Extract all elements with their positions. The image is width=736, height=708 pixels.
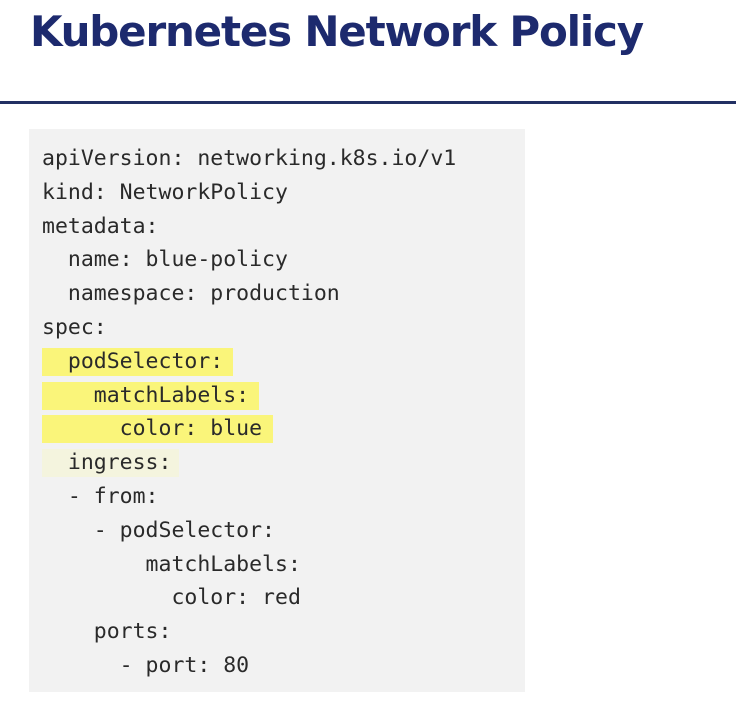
code-line: color: red bbox=[42, 581, 456, 615]
code-line-text: apiVersion: networking.k8s.io/v1 bbox=[42, 146, 457, 171]
code-line-text: - port: 80 bbox=[42, 652, 250, 678]
code-line-text: color: red bbox=[42, 585, 301, 611]
code-line-text: matchLabels: bbox=[42, 382, 250, 408]
code-lines: apiVersion: networking.k8s.io/v1 kind: Ne… bbox=[42, 142, 456, 683]
code-line: namespace: production bbox=[42, 277, 456, 311]
code-line-text: - from: bbox=[42, 483, 159, 509]
code-line-text: spec: bbox=[42, 314, 107, 340]
code-line-text: color: blue bbox=[42, 416, 263, 442]
code-line: - port: 80 bbox=[42, 649, 456, 683]
code-line: kind: NetworkPolicy bbox=[42, 176, 456, 210]
code-line-text: - podSelector: bbox=[42, 517, 275, 543]
code-line: - from: bbox=[42, 480, 456, 514]
code-line-text: metadata: bbox=[42, 213, 159, 239]
code-line: apiVersion: networking.k8s.io/v1 bbox=[42, 142, 456, 176]
code-line: spec: bbox=[42, 311, 456, 345]
code-line-text: name: blue-policy bbox=[42, 247, 288, 273]
code-line: podSelector: bbox=[42, 345, 456, 379]
code-line: color: blue bbox=[42, 412, 456, 446]
code-line-text: matchLabels: bbox=[42, 551, 301, 577]
code-line-text: ingress: bbox=[42, 450, 172, 476]
code-line: name: blue-policy bbox=[42, 243, 456, 277]
code-line-text: kind: NetworkPolicy bbox=[42, 179, 288, 205]
code-block: apiVersion: networking.k8s.io/v1 kind: Ne… bbox=[29, 129, 525, 692]
code-line: - podSelector: bbox=[42, 514, 456, 548]
code-line: matchLabels: bbox=[42, 379, 456, 413]
slide-title: Kubernetes Network Policy bbox=[30, 7, 644, 56]
code-line: ports: bbox=[42, 615, 456, 649]
code-line: matchLabels: bbox=[42, 548, 456, 582]
code-line-text: podSelector: bbox=[42, 348, 224, 374]
code-line: ingress: bbox=[42, 446, 456, 480]
code-line-text: namespace: production bbox=[42, 281, 340, 307]
code-line: metadata: bbox=[42, 210, 456, 244]
title-divider bbox=[0, 101, 736, 104]
code-line-text: ports: bbox=[42, 619, 172, 645]
slide: Kubernetes Network Policy apiVersion: ne… bbox=[0, 0, 736, 708]
